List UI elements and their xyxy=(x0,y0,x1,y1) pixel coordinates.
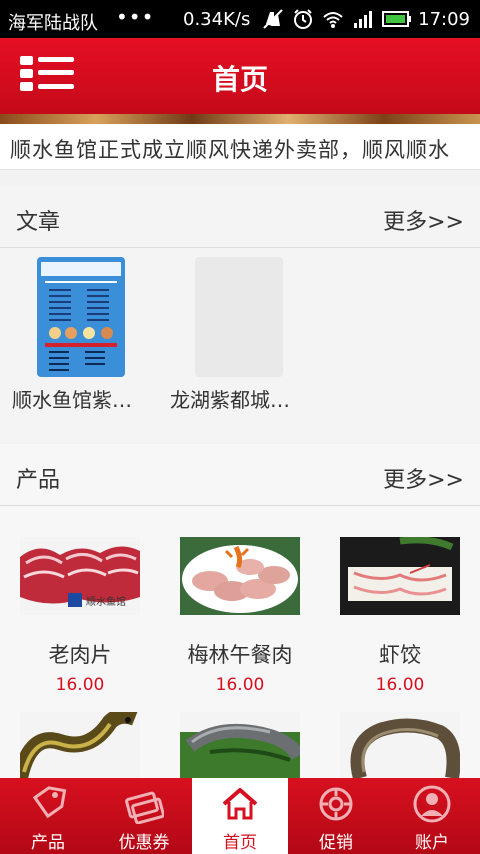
bottom-nav: 产品 优惠券 首页 促销 账户 xyxy=(0,778,480,854)
product-price: 16.00 xyxy=(375,675,425,695)
announcement-text: 顺水鱼馆正式成立顺风快递外卖部，顺风顺水 xyxy=(10,138,450,162)
articles-title: 文章 xyxy=(16,210,61,235)
alarm-icon xyxy=(294,9,312,29)
status-icons xyxy=(262,8,412,30)
nav-label: 账户 xyxy=(415,833,449,853)
products-header: 产品 更多>> xyxy=(0,444,480,506)
mute-icon xyxy=(263,9,283,29)
products-more-link[interactable]: 更多>> xyxy=(383,462,464,494)
products-title: 产品 xyxy=(16,468,61,493)
article-caption: 顺水鱼馆紫… xyxy=(12,388,132,412)
product-name: 虾饺 xyxy=(379,643,421,667)
product-item[interactable] xyxy=(320,712,480,778)
product-price: 16.00 xyxy=(215,675,265,695)
promo-icon xyxy=(319,787,353,821)
article-thumbnail xyxy=(37,257,125,377)
network-speed: 0.34K/s xyxy=(183,9,251,30)
nav-promotions[interactable]: 促销 xyxy=(288,778,384,854)
product-image xyxy=(180,537,300,615)
product-image: 顺水鱼馆 xyxy=(20,537,140,615)
product-item[interactable]: 梅林午餐肉 16.00 xyxy=(160,537,320,697)
product-item[interactable]: 虾饺 16.00 xyxy=(320,537,480,697)
article-item[interactable]: 龙湖紫都城… xyxy=(170,257,320,417)
product-image xyxy=(340,537,460,615)
article-item[interactable]: 顺水鱼馆紫… xyxy=(12,257,162,417)
articles-header: 文章 更多>> xyxy=(0,186,480,248)
product-item[interactable] xyxy=(0,712,160,778)
nav-label: 促销 xyxy=(319,833,353,853)
page-title: 首页 xyxy=(211,63,268,96)
clock: 17:09 xyxy=(418,9,470,30)
products-section: 产品 更多>> 顺水鱼馆 老肉片 16.00 梅林午餐肉 16.00 虾饺 16… xyxy=(0,444,480,778)
signal-icon xyxy=(354,11,372,28)
tag-icon xyxy=(32,786,67,819)
product-item[interactable] xyxy=(160,712,320,778)
nav-label: 优惠券 xyxy=(118,833,170,853)
app-header: 首页 xyxy=(0,38,480,114)
home-icon xyxy=(222,788,258,820)
product-item[interactable]: 顺水鱼馆 老肉片 16.00 xyxy=(0,537,160,697)
nav-account[interactable]: 账户 xyxy=(384,778,480,854)
battery-icon xyxy=(382,11,411,27)
article-thumbnail-placeholder xyxy=(195,257,283,377)
product-image xyxy=(180,712,300,778)
product-image xyxy=(340,712,460,778)
nav-products[interactable]: 产品 xyxy=(0,778,96,854)
articles-section: 文章 更多>> 顺水鱼馆紫… 龙湖紫都城… xyxy=(0,186,480,443)
carrier-name: 海军陆战队 xyxy=(8,13,98,34)
user-icon xyxy=(413,785,451,823)
nav-label: 首页 xyxy=(223,833,257,853)
wifi-icon xyxy=(323,12,343,28)
articles-more-link[interactable]: 更多>> xyxy=(383,204,464,236)
banner-image[interactable] xyxy=(0,114,480,124)
product-name: 老肉片 xyxy=(48,643,112,667)
nav-coupons[interactable]: 优惠券 xyxy=(96,778,192,854)
svg-text:顺水鱼馆: 顺水鱼馆 xyxy=(86,595,126,608)
notification-dots: ••• xyxy=(116,5,155,29)
article-caption: 龙湖紫都城… xyxy=(170,388,290,412)
product-image xyxy=(20,712,140,778)
nav-label: 产品 xyxy=(31,833,65,853)
product-name: 梅林午餐肉 xyxy=(187,643,293,667)
status-bar: 海军陆战队 ••• 0.34K/s 17:09 xyxy=(0,0,480,38)
announcement-marquee[interactable]: 顺水鱼馆正式成立顺风快递外卖部，顺风顺水 xyxy=(0,124,480,170)
nav-home[interactable]: 首页 xyxy=(192,778,288,854)
product-price: 16.00 xyxy=(55,675,105,695)
coupon-icon xyxy=(125,791,164,824)
